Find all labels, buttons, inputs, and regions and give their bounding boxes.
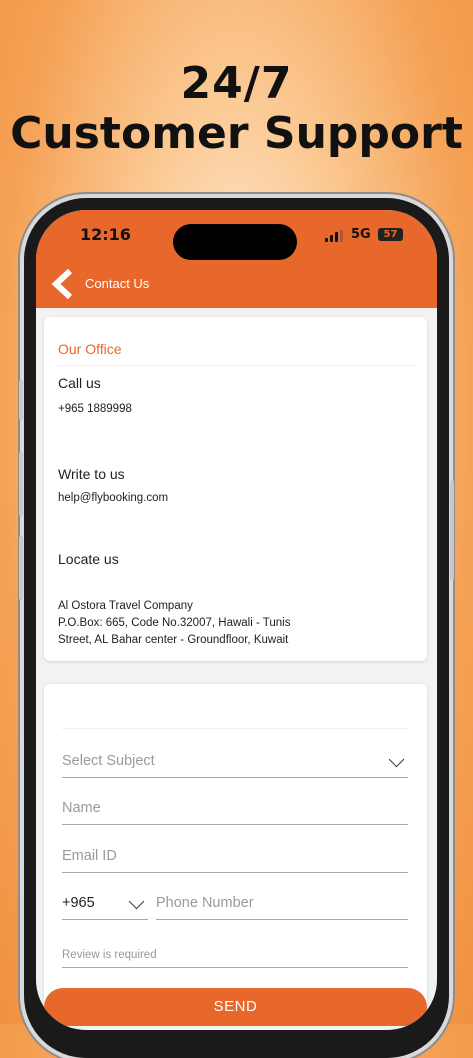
office-title: Our Office <box>58 341 122 357</box>
review-placeholder: Review is required <box>62 949 157 961</box>
back-button[interactable] <box>50 268 76 300</box>
chevron-down-icon <box>388 751 405 768</box>
status-bar: 12:16 5G 57 <box>36 210 437 260</box>
chevron-down-icon <box>128 893 145 910</box>
name-input[interactable]: Name <box>62 790 408 825</box>
promo-headline-line2: Customer Support <box>10 108 463 159</box>
page-title: Contact Us <box>85 276 150 291</box>
battery-icon: 57 <box>378 228 403 241</box>
country-code-select[interactable]: +965 <box>62 885 148 920</box>
send-button[interactable]: SEND <box>44 988 427 1026</box>
address-line: Al Ostora Travel Company <box>58 600 193 612</box>
phone-placeholder: Phone Number <box>156 895 254 911</box>
review-input[interactable]: Review is required <box>62 943 408 968</box>
email-input[interactable]: Email ID <box>62 838 408 873</box>
phone-number-input[interactable]: Phone Number <box>156 885 408 920</box>
name-placeholder: Name <box>62 800 101 816</box>
address-text: Al Ostora Travel Company P.O.Box: 665, C… <box>58 598 290 649</box>
country-code-value: +965 <box>62 895 95 911</box>
phone-button-power <box>450 480 454 580</box>
phone-screen: 12:16 5G 57 Contact Us Our Office Call u… <box>36 210 437 1030</box>
subject-select[interactable]: Select Subject <box>62 743 408 778</box>
email-link[interactable]: help@flybooking.com <box>58 490 168 507</box>
phone-button-volume-down <box>19 536 23 600</box>
battery-level: 57 <box>383 229 398 240</box>
office-divider <box>58 365 417 366</box>
email-placeholder: Email ID <box>62 848 117 864</box>
locate-us-label: Locate us <box>58 551 119 567</box>
dynamic-island <box>173 224 297 260</box>
app-header: Contact Us <box>36 260 437 308</box>
signal-icon <box>325 230 347 242</box>
contact-form: Select Subject Name Email ID +965 Phone … <box>44 684 427 1014</box>
phone-button-mute <box>19 380 23 420</box>
office-card: Our Office Call us +965 1889998 Write to… <box>44 317 427 661</box>
address-line: P.O.Box: 665, Code No.32007, Hawali - Tu… <box>58 617 291 629</box>
address-line: Street, AL Bahar center - Groundfloor, K… <box>58 634 289 646</box>
phone-button-volume-up <box>19 452 23 516</box>
form-divider <box>62 728 409 729</box>
subject-placeholder: Select Subject <box>62 753 155 769</box>
chevron-left-icon <box>51 268 73 300</box>
call-us-label: Call us <box>58 375 101 391</box>
network-label: 5G <box>351 227 371 242</box>
status-time: 12:16 <box>80 225 131 244</box>
write-to-us-label: Write to us <box>58 466 125 482</box>
promo-headline-line1: 24/7 <box>180 58 293 109</box>
phone-number-link[interactable]: +965 1889998 <box>58 401 132 418</box>
